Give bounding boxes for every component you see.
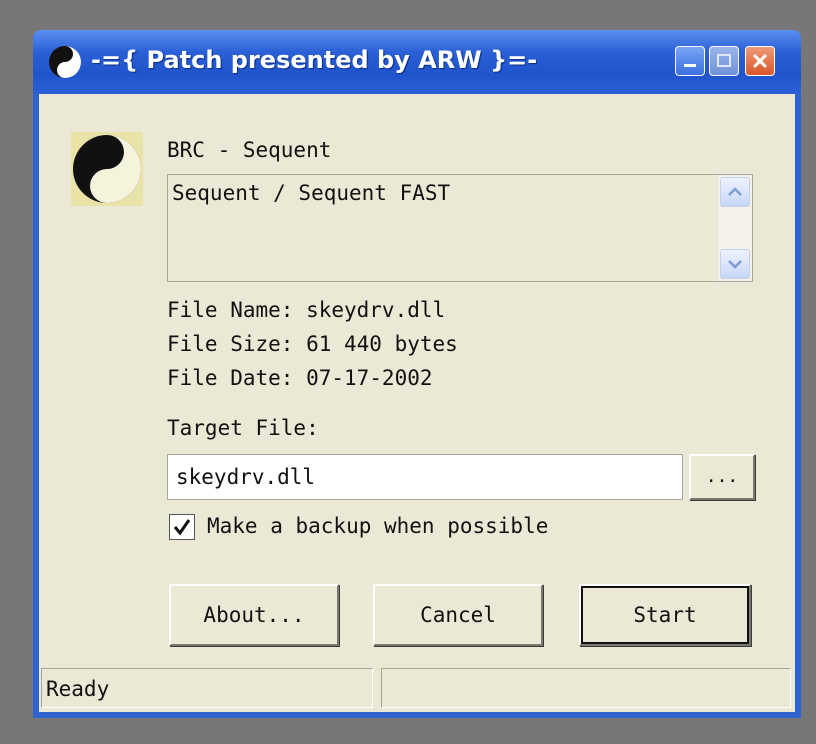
file-name-line: File Name: skeydrv.dll [167,298,446,322]
scroll-up-button[interactable] [720,177,750,207]
patch-window: -={ Patch presented by ARW }=- 1 0 BRC -… [33,30,801,718]
patch-title: BRC - Sequent [167,138,332,162]
file-size-line: File Size: 61 440 bytes [167,332,458,356]
status-bar: Ready [39,664,795,712]
yin-yang-icon[interactable] [47,44,83,80]
about-button[interactable]: About... [169,584,339,646]
title-bar[interactable]: -={ Patch presented by ARW }=- [33,30,801,94]
maximize-icon [717,54,731,67]
target-file-label: Target File: [167,416,319,440]
description-scrollbar[interactable] [718,175,752,281]
scroll-down-button[interactable] [720,249,750,279]
description-text: Sequent / Sequent FAST [172,181,451,205]
status-text: Ready [46,677,110,701]
icon-digit-one: 1 [99,143,114,168]
checkmark-icon [173,519,191,536]
file-date-line: File Date: 07-17-2002 [167,366,433,390]
description-box[interactable]: Sequent / Sequent FAST [167,174,753,282]
browse-button[interactable]: ... [689,454,755,500]
minimize-button[interactable] [675,46,705,76]
dialog-body: 1 0 BRC - Sequent Sequent / Sequent FAST… [39,94,795,712]
status-pane-main: Ready [41,668,373,708]
status-pane-secondary [381,668,791,708]
chevron-down-icon [728,260,742,269]
cancel-button[interactable]: Cancel [373,584,543,646]
chevron-up-icon [728,187,742,196]
close-button[interactable] [745,46,775,76]
maximize-button[interactable] [709,46,739,76]
yin-yang-1-0-icon: 1 0 [71,132,143,206]
minimize-icon [684,64,696,67]
window-title: -={ Patch presented by ARW }=- [91,46,538,74]
close-icon [752,53,768,69]
target-file-input[interactable] [167,454,683,500]
backup-checkbox[interactable] [169,514,195,540]
backup-label[interactable]: Make a backup when possible [207,514,548,538]
start-button[interactable]: Start [579,584,751,646]
icon-digit-zero: 0 [99,177,114,202]
